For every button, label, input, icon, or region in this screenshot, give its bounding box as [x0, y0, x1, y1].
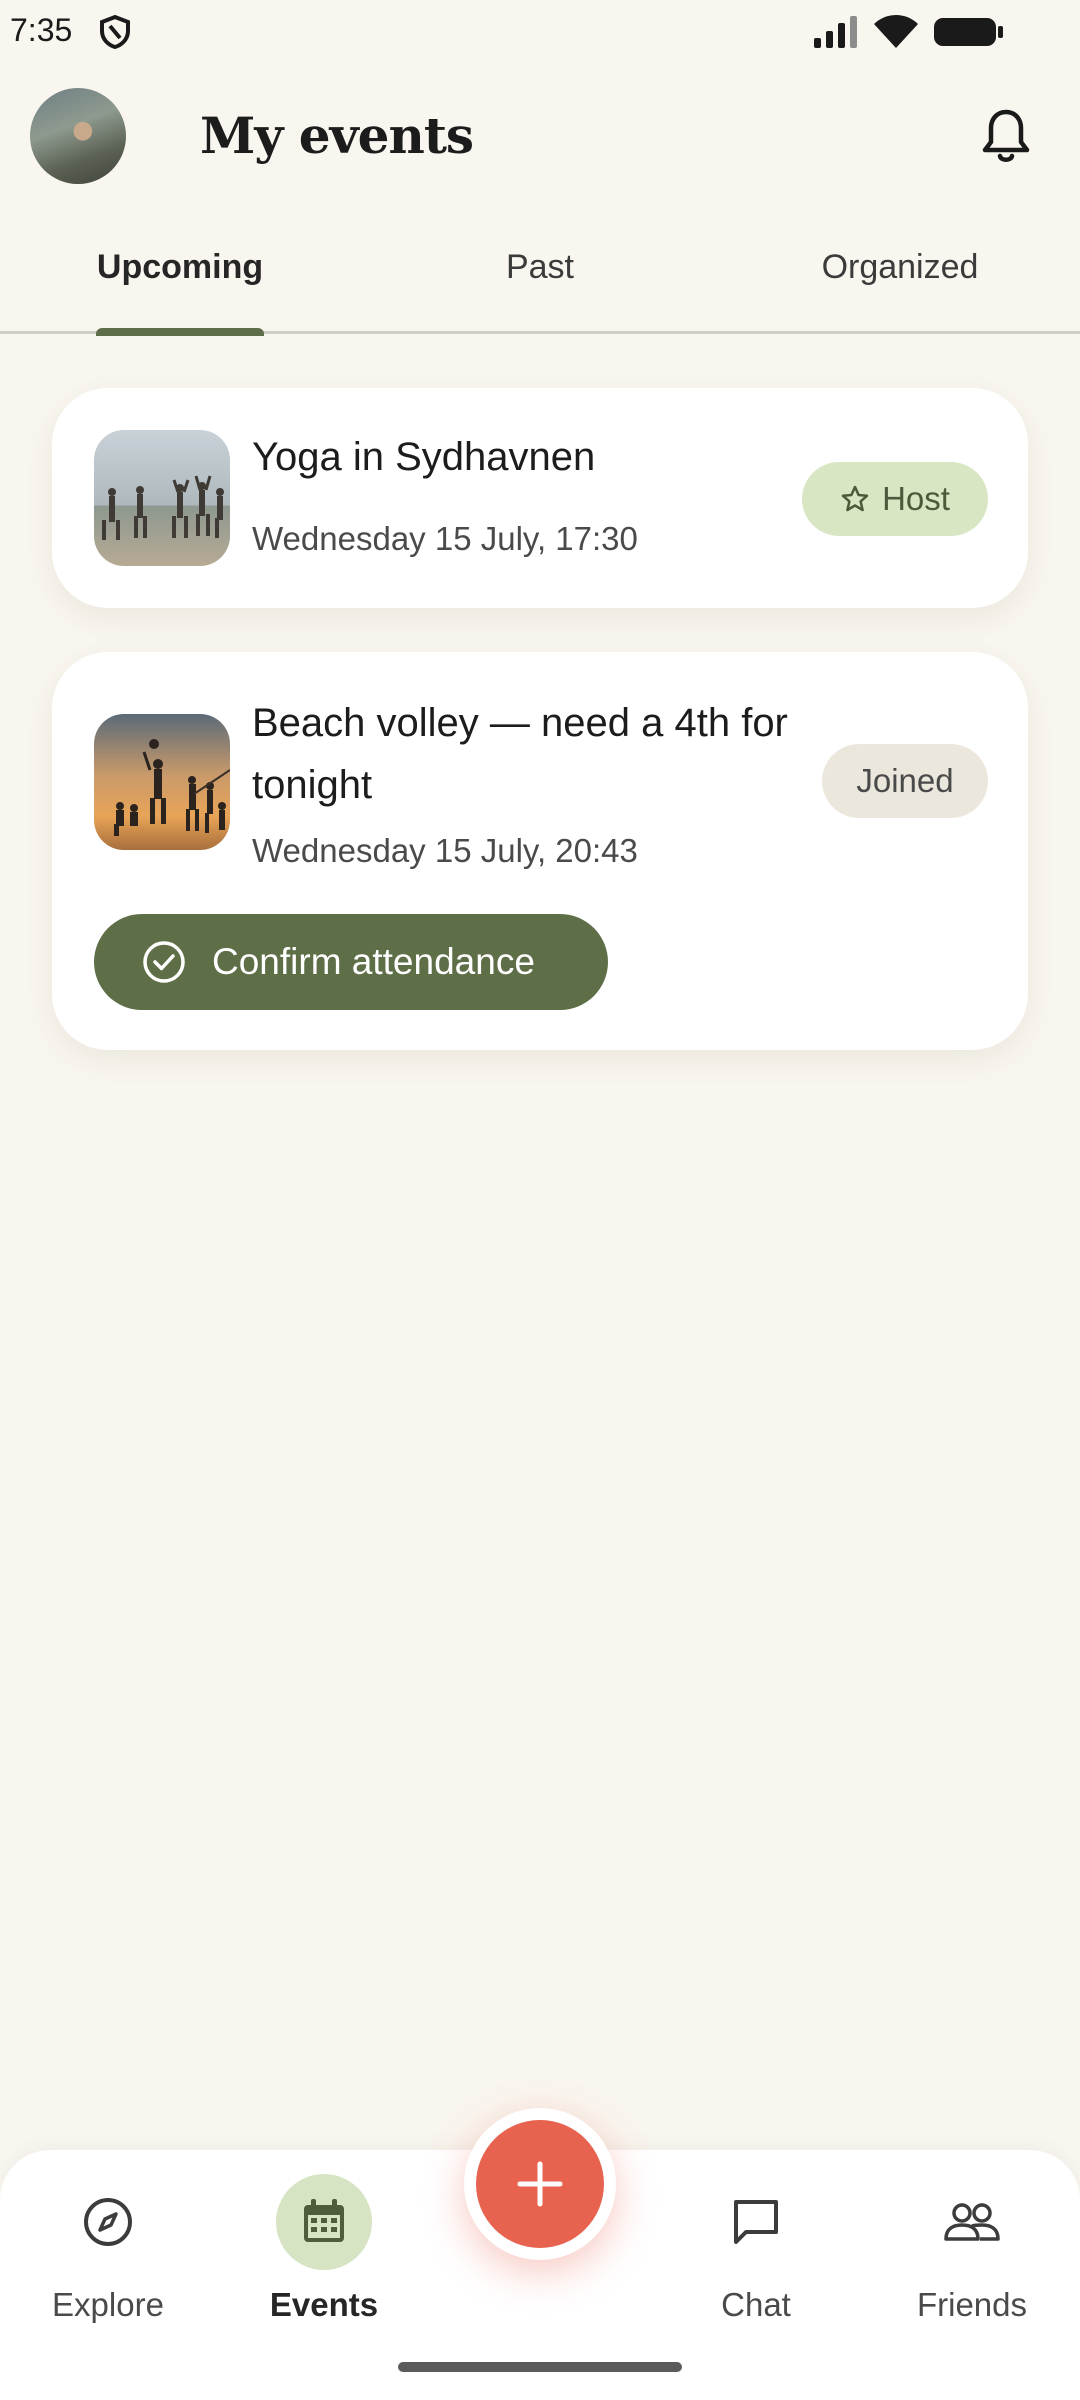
- nav-friends-label: Friends: [916, 2286, 1028, 2323]
- event-card[interactable]: Yoga in Sydhavnen Wednesday 15 July, 17:…: [52, 388, 1028, 608]
- create-event-fab[interactable]: [476, 2120, 604, 2248]
- event-thumbnail: [94, 714, 230, 850]
- event-date: Wednesday 15 July, 17:30: [252, 520, 638, 557]
- nav-friends-icon-wrap: [924, 2174, 1020, 2270]
- nav-explore-label: Explore: [52, 2286, 164, 2323]
- event-date: Wednesday 15 July, 20:43: [252, 832, 638, 869]
- home-indicator[interactable]: [398, 2362, 682, 2372]
- tab-organized[interactable]: Organized: [780, 248, 1020, 328]
- tab-bar: Upcoming Past Organized: [0, 230, 1080, 336]
- nav-friends[interactable]: Friends: [892, 2174, 1052, 2324]
- bell-icon[interactable]: [980, 106, 1032, 166]
- nav-chat-icon-wrap: [708, 2174, 804, 2270]
- signal-icon: [814, 16, 857, 48]
- wifi-icon: [874, 15, 918, 48]
- chat-icon: [734, 2200, 778, 2244]
- friends-icon: [944, 2203, 1000, 2241]
- nav-events[interactable]: Events: [244, 2174, 404, 2324]
- check-circle-icon: [143, 941, 185, 983]
- tab-past[interactable]: Past: [450, 248, 630, 328]
- event-title: Yoga in Sydhavnen: [252, 435, 596, 479]
- nav-chat-label: Chat: [721, 2286, 791, 2323]
- nav-explore-icon-wrap: [60, 2174, 156, 2270]
- active-tab-indicator: [96, 328, 264, 336]
- status-time: 7:35: [10, 12, 73, 48]
- joined-badge: Joined: [822, 744, 988, 818]
- nav-chat[interactable]: Chat: [676, 2174, 836, 2324]
- confirm-attendance-label: Confirm attendance: [212, 941, 535, 982]
- event-card[interactable]: Beach volley — need a 4th for tonight We…: [52, 652, 1028, 1050]
- star-icon: [841, 485, 869, 512]
- host-badge: Host: [802, 462, 988, 536]
- page-title: My events: [200, 106, 474, 165]
- shield-icon: [100, 14, 130, 50]
- plus-icon: [517, 2161, 563, 2207]
- nav-events-label: Events: [269, 2286, 379, 2323]
- calendar-icon: [304, 2199, 344, 2242]
- host-badge-label: Host: [882, 480, 950, 517]
- event-title: Beach volley — need a 4th for tonight: [252, 701, 788, 807]
- compass-icon: [84, 2198, 132, 2246]
- status-bar: 7:35: [0, 0, 1080, 64]
- confirm-attendance-button[interactable]: Confirm attendance: [94, 914, 608, 1010]
- nav-explore[interactable]: Explore: [28, 2174, 188, 2324]
- battery-icon: [934, 18, 1003, 46]
- nav-events-icon-wrap: [276, 2174, 372, 2270]
- tab-upcoming[interactable]: Upcoming: [90, 248, 270, 328]
- avatar[interactable]: [30, 88, 126, 184]
- event-thumbnail: [94, 430, 230, 566]
